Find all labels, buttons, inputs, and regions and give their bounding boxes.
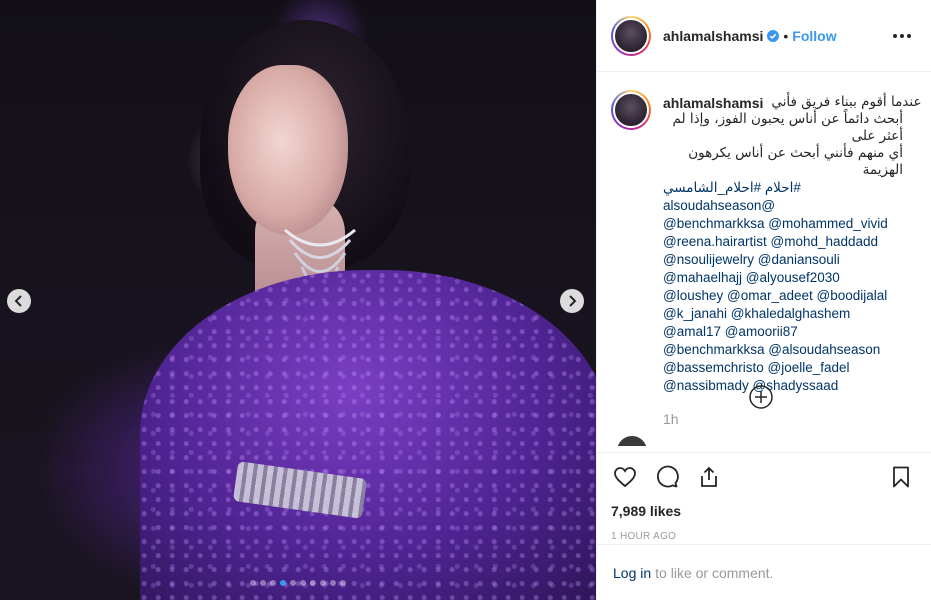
- caption: ahlamalshamsi عندما أقوم ببناء فريق فأني…: [611, 90, 922, 427]
- carousel-indicator: [0, 580, 596, 586]
- comments-area: ahlamalshamsi عندما أقوم ببناء فريق فأني…: [597, 72, 931, 452]
- instagram-post: ahlamalshamsi • Follow ahlamalshamsi عند…: [0, 0, 931, 600]
- mention-line[interactable]: @bassemchristo @joelle_fadel: [663, 359, 903, 377]
- share-icon: [701, 466, 717, 487]
- login-bar: Log in to like or comment.: [597, 544, 931, 600]
- caption-arabic-line: أي منهم فأنني أبحث عن أناس يكرهون الهزيم…: [688, 145, 903, 178]
- mention-line[interactable]: @k_janahi @khaledalghashem: [663, 305, 903, 323]
- caption-body: ahlamalshamsi عندما أقوم ببناء فريق فأني…: [663, 94, 922, 427]
- save-button[interactable]: [887, 463, 915, 491]
- post-photo[interactable]: [0, 0, 596, 600]
- login-link[interactable]: Log in: [613, 565, 651, 581]
- caption-arabic-line: عندما أقوم ببناء فريق فأني: [771, 94, 922, 110]
- carousel-dot: [250, 580, 256, 586]
- chevron-left-icon: [14, 295, 22, 307]
- mention-line[interactable]: @loushey @omar_adeet @boodijalal: [663, 287, 903, 305]
- mention-line[interactable]: @nsoulijewelry @daniansouli: [663, 251, 903, 269]
- carousel-dot: [310, 580, 316, 586]
- photo-face: [228, 65, 348, 235]
- likes-count[interactable]: 7,989 likes: [611, 503, 915, 519]
- caption-avatar[interactable]: [611, 90, 651, 130]
- caption-head: ahlamalshamsi عندما أقوم ببناء فريق فأني: [663, 94, 922, 111]
- carousel-next-button[interactable]: [560, 289, 584, 313]
- mention-line[interactable]: @benchmarkksa @alsoudahseason: [663, 341, 903, 359]
- comment-icon: [656, 465, 679, 488]
- caption-mentions: #احلام #احلام_الشامسي @alsoudahseason @b…: [663, 179, 903, 395]
- login-prompt-text: to like or comment.: [655, 564, 774, 581]
- follow-button[interactable]: Follow: [792, 28, 836, 44]
- photo-dress: [140, 270, 596, 600]
- mention-line[interactable]: @benchmarkksa @mohammed_vivid: [663, 215, 903, 233]
- mention-line[interactable]: @amal17 @amoorii87: [663, 323, 903, 341]
- next-comment-avatar: [611, 436, 651, 446]
- carousel-dot: [330, 580, 336, 586]
- chevron-right-icon: [569, 295, 577, 307]
- carousel-prev-button[interactable]: [7, 289, 31, 313]
- hashtag-line[interactable]: #احلام #احلام_الشامسي @alsoudahseason: [663, 179, 903, 215]
- bookmark-icon: [893, 466, 909, 488]
- carousel-dot: [340, 580, 346, 586]
- carousel-dot: [270, 580, 276, 586]
- plus-circle-icon[interactable]: [748, 384, 774, 410]
- header-separator: •: [783, 27, 789, 44]
- carousel-dot: [320, 580, 326, 586]
- like-button[interactable]: [611, 463, 639, 491]
- post-timestamp[interactable]: 1 HOUR AGO: [611, 531, 915, 542]
- mention-line[interactable]: @mahaelhajj @alyousef2030: [663, 269, 903, 287]
- mention-line[interactable]: @reena.hairartist @mohd_haddadd: [663, 233, 903, 251]
- mention-line[interactable]: @nassibmady @shadyssaad: [663, 377, 903, 395]
- carousel-dot: [280, 580, 286, 586]
- caption-time[interactable]: 1h: [663, 411, 903, 427]
- action-icons: [611, 463, 915, 491]
- more-options-icon[interactable]: [889, 30, 915, 42]
- comment-button[interactable]: [653, 463, 681, 491]
- carousel-dot: [260, 580, 266, 586]
- share-button[interactable]: [695, 463, 723, 491]
- carousel-dot: [290, 580, 296, 586]
- header-username[interactable]: ahlamalshamsi: [663, 28, 763, 44]
- heart-icon: [614, 467, 636, 488]
- caption-arabic-line: أبحث دائماً عن أناس يحبون الفوز، وإذا لم…: [672, 111, 904, 144]
- carousel-dot: [300, 580, 306, 586]
- verified-badge-icon: [767, 29, 780, 42]
- avatar[interactable]: [611, 15, 651, 56]
- post-sidebar: ahlamalshamsi • Follow ahlamalshamsi عند…: [596, 0, 931, 600]
- post-header: ahlamalshamsi • Follow: [597, 0, 931, 72]
- caption-username[interactable]: ahlamalshamsi: [663, 95, 763, 111]
